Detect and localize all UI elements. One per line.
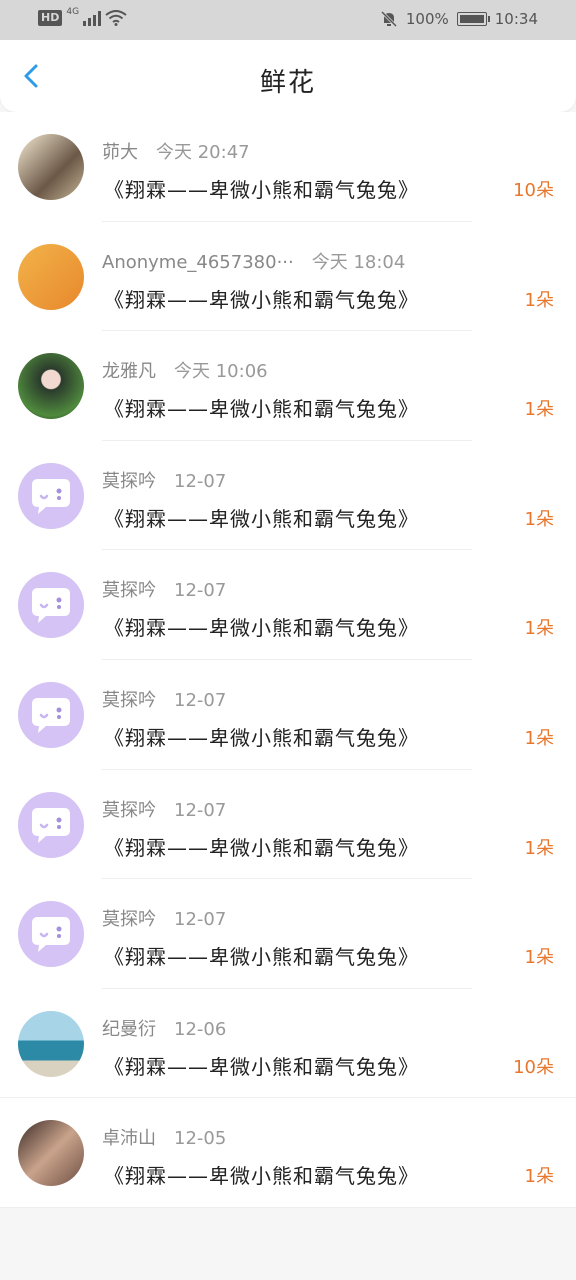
- flower-count: 1朵: [524, 1166, 554, 1188]
- flower-count: 1朵: [524, 289, 554, 311]
- battery-icon: [456, 12, 490, 26]
- gift-work-title[interactable]: 《翔霖——卑微小熊和霸气兔兔》: [104, 722, 419, 751]
- gift-work-title[interactable]: 《翔霖——卑微小熊和霸气兔兔》: [104, 393, 419, 422]
- timestamp: 今天 20:47: [156, 142, 250, 163]
- avatar[interactable]: [18, 353, 84, 420]
- timestamp: 12-05: [174, 1128, 227, 1150]
- sender-line: 莫探吟 12-07: [102, 467, 226, 493]
- timestamp: 12-07: [174, 909, 227, 931]
- sender-line: 茆大 今天 20:47: [102, 138, 250, 164]
- sender-line: 纪曼衍 12-06: [102, 1015, 226, 1041]
- hd-badge: HD: [38, 10, 63, 26]
- gift-work-title[interactable]: 《翔霖——卑微小熊和霸气兔兔》: [104, 941, 419, 970]
- timestamp: 12-06: [174, 1018, 227, 1040]
- timestamp: 12-07: [174, 799, 227, 821]
- sender-name[interactable]: 莫探吟: [102, 690, 156, 711]
- mute-bell-icon: [380, 10, 397, 28]
- divider: [0, 1206, 576, 1208]
- clock: 10:34: [494, 10, 538, 28]
- avatar[interactable]: [18, 681, 84, 748]
- timestamp: 12-07: [174, 689, 227, 711]
- gift-work-title[interactable]: 《翔霖——卑微小熊和霸气兔兔》: [104, 284, 419, 313]
- avatar[interactable]: [18, 462, 84, 529]
- sender-name[interactable]: 莫探吟: [102, 471, 156, 492]
- list-item[interactable]: 莫探吟 12-07 《翔霖——卑微小熊和霸气兔兔》 1朵: [0, 660, 576, 770]
- sender-line: Anonyme_4657380··· 今天 18:04: [102, 248, 405, 274]
- flower-count: 1朵: [524, 618, 554, 640]
- sender-name[interactable]: 莫探吟: [102, 800, 156, 821]
- flower-count: 1朵: [524, 399, 554, 421]
- page-title: 鲜花: [259, 68, 316, 98]
- sender-name[interactable]: 龙雅凡: [102, 361, 156, 382]
- signal-icon: [83, 10, 102, 26]
- list-item[interactable]: 莫探吟 12-07 《翔霖——卑微小熊和霸气兔兔》 1朵: [0, 441, 576, 551]
- sender-line: 莫探吟 12-07: [102, 905, 226, 931]
- sender-line: 莫探吟 12-07: [102, 796, 226, 822]
- gift-work-title[interactable]: 《翔霖——卑微小熊和霸气兔兔》: [104, 503, 419, 532]
- flower-count: 10朵: [513, 180, 554, 201]
- list-item[interactable]: 茆大 今天 20:47 《翔霖——卑微小熊和霸气兔兔》 10朵: [0, 112, 576, 222]
- network-type: 4G: [66, 7, 80, 17]
- chat-bubble-icon: [32, 588, 70, 624]
- sender-line: 龙雅凡 今天 10:06: [102, 357, 268, 383]
- timestamp: 12-07: [174, 470, 227, 492]
- status-bar: HD 4G 100% 10:34: [0, 0, 576, 40]
- sender-name[interactable]: 纪曼衍: [102, 1019, 156, 1040]
- avatar[interactable]: [18, 901, 84, 968]
- avatar[interactable]: [18, 134, 84, 200]
- list-item[interactable]: 纪曼衍 12-06 《翔霖——卑微小熊和霸气兔兔》 10朵: [0, 989, 576, 1099]
- gift-work-title[interactable]: 《翔霖——卑微小熊和霸气兔兔》: [104, 174, 419, 203]
- chat-bubble-icon: [32, 478, 70, 514]
- flower-count: 1朵: [524, 837, 554, 859]
- flower-count: 10朵: [513, 1056, 554, 1078]
- gift-work-title[interactable]: 《翔霖——卑微小熊和霸气兔兔》: [104, 1051, 419, 1080]
- timestamp: 今天 10:06: [174, 361, 268, 383]
- avatar[interactable]: [18, 572, 84, 639]
- list-item[interactable]: 卓沛山 12-05 《翔霖——卑微小熊和霸气兔兔》 1朵: [0, 1098, 576, 1208]
- wifi-icon: [105, 10, 127, 26]
- avatar[interactable]: [18, 1010, 84, 1077]
- avatar[interactable]: [18, 1120, 84, 1187]
- battery-percent: 100%: [405, 10, 449, 28]
- battery-fill: [459, 15, 484, 23]
- sender-line: 卓沛山 12-05: [102, 1124, 226, 1150]
- list-item[interactable]: Anonyme_4657380··· 今天 18:04 《翔霖——卑微小熊和霸气兔兔…: [0, 222, 576, 332]
- chat-bubble-icon: [32, 697, 70, 733]
- sender-line: 莫探吟 12-07: [102, 686, 226, 712]
- chat-bubble-icon: [32, 807, 70, 843]
- timestamp: 今天 18:04: [311, 251, 406, 273]
- nav-header: 鲜花: [0, 40, 576, 112]
- list-item[interactable]: 莫探吟 12-07 《翔霖——卑微小熊和霸气兔兔》 1朵: [0, 879, 576, 989]
- sender-line: 莫探吟 12-07: [102, 576, 226, 602]
- sender-name[interactable]: 莫探吟: [102, 909, 156, 930]
- gift-work-title[interactable]: 《翔霖——卑微小熊和霸气兔兔》: [104, 612, 419, 641]
- sender-name[interactable]: 卓沛山: [102, 1128, 156, 1149]
- flower-count: 1朵: [524, 727, 554, 749]
- gift-work-title[interactable]: 《翔霖——卑微小熊和霸气兔兔》: [104, 832, 419, 861]
- avatar[interactable]: [18, 791, 84, 858]
- status-right: 100% 10:34: [380, 10, 538, 28]
- sender-name[interactable]: Anonyme_4657380···: [102, 252, 294, 273]
- sender-name[interactable]: 莫探吟: [102, 580, 156, 601]
- list-item[interactable]: 莫探吟 12-07 《翔霖——卑微小熊和霸气兔兔》 1朵: [0, 770, 576, 880]
- list-item[interactable]: 龙雅凡 今天 10:06 《翔霖——卑微小熊和霸气兔兔》 1朵: [0, 331, 576, 441]
- chat-bubble-icon: [32, 917, 70, 953]
- status-left: HD 4G: [38, 7, 127, 26]
- list-item[interactable]: 莫探吟 12-07 《翔霖——卑微小熊和霸气兔兔》 1朵: [0, 550, 576, 660]
- sender-name[interactable]: 茆大: [102, 142, 138, 163]
- flower-count: 1朵: [524, 947, 554, 969]
- avatar[interactable]: [18, 243, 84, 310]
- gift-work-title[interactable]: 《翔霖——卑微小熊和霸气兔兔》: [104, 1160, 419, 1189]
- flower-gift-list: 茆大 今天 20:47 《翔霖——卑微小熊和霸气兔兔》 10朵 Anonyme_4657…: [0, 112, 576, 1208]
- flower-count: 1朵: [524, 508, 554, 530]
- timestamp: 12-07: [174, 580, 227, 602]
